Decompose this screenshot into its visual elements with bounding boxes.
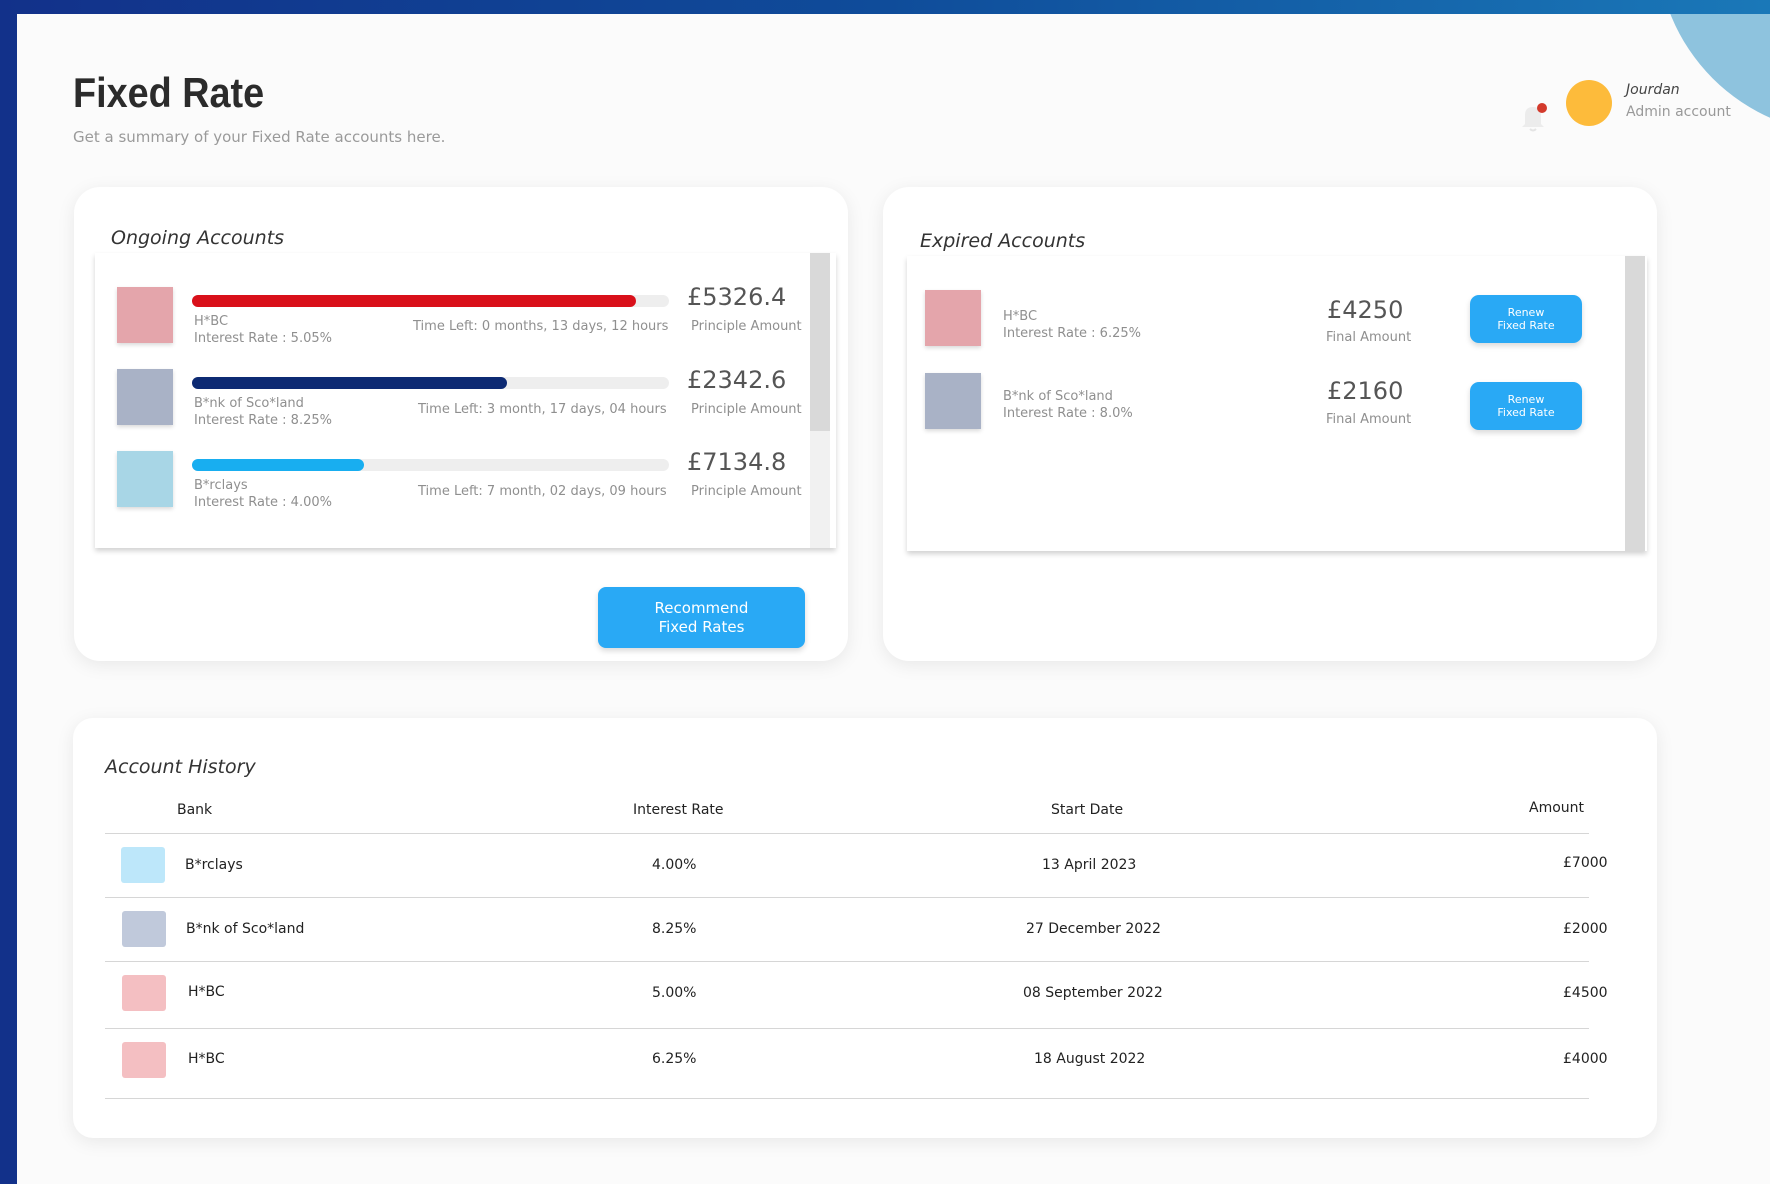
expired-final-amount: £4250	[1327, 296, 1404, 324]
row-interest-rate: 8.25%	[652, 921, 697, 937]
bank-logo-swatch	[122, 911, 166, 947]
expired-bank-name: B*nk of Sco*land	[1003, 389, 1113, 404]
ongoing-amount-label: Principle Amount	[691, 319, 802, 334]
row-bank: B*nk of Sco*land	[186, 921, 305, 937]
row-interest-rate: 5.00%	[652, 985, 697, 1001]
user-role: Admin account	[1626, 104, 1731, 120]
recommend-fixed-rates-button[interactable]: Recommend Fixed Rates	[598, 587, 805, 648]
column-header-start-date[interactable]: Start Date	[1051, 802, 1123, 818]
ongoing-amount-label: Principle Amount	[691, 484, 802, 499]
row-amount: £2000	[1563, 921, 1608, 937]
renew-button-line1: Renew	[1507, 393, 1545, 406]
bank-logo-swatch	[117, 287, 173, 343]
notification-badge	[1537, 103, 1547, 113]
expired-amount-label: Final Amount	[1326, 330, 1412, 345]
row-amount: £4000	[1563, 1051, 1608, 1067]
row-interest-rate: 6.25%	[652, 1051, 697, 1067]
time-progress-fill	[192, 295, 636, 307]
column-header-amount[interactable]: Amount	[1529, 800, 1584, 816]
ongoing-interest-rate: Interest Rate : 4.00%	[194, 495, 332, 510]
bank-logo-swatch	[121, 847, 165, 883]
ongoing-interest-rate: Interest Rate : 5.05%	[194, 331, 332, 346]
row-interest-rate: 4.00%	[652, 857, 697, 873]
expired-bank-name: H*BC	[1003, 309, 1038, 324]
bank-logo-swatch	[925, 373, 981, 429]
expired-interest-rate: Interest Rate : 6.25%	[1003, 326, 1141, 341]
ongoing-bank-name: H*BC	[194, 314, 229, 329]
user-name: Jourdan	[1626, 82, 1680, 98]
bank-logo-swatch	[122, 1042, 166, 1078]
row-start-date: 27 December 2022	[1026, 921, 1161, 937]
ongoing-amount-label: Principle Amount	[691, 402, 802, 417]
renew-fixed-rate-button[interactable]: Renew Fixed Rate	[1470, 382, 1582, 430]
bank-logo-swatch	[122, 975, 166, 1011]
time-progress-fill	[192, 377, 507, 389]
ongoing-bank-name: B*nk of Sco*land	[194, 396, 304, 411]
ongoing-time-left: Time Left: 3 month, 17 days, 04 hours	[418, 402, 667, 417]
renew-button-line2: Fixed Rate	[1497, 319, 1555, 332]
expired-accounts-list: H*BC Interest Rate : 6.25% £4250 Final A…	[907, 256, 1647, 551]
table-divider	[105, 1028, 1589, 1029]
ongoing-scroll-thumb[interactable]	[810, 253, 830, 431]
page-subtitle: Get a summary of your Fixed Rate account…	[73, 128, 446, 146]
row-amount: £4500	[1563, 985, 1608, 1001]
time-progress-bar	[192, 295, 669, 307]
time-progress-bar	[192, 377, 669, 389]
ongoing-accounts-card: Ongoing Accounts H*BC Interest Rate : 5.…	[74, 187, 848, 661]
bank-logo-swatch	[117, 369, 173, 425]
ongoing-amount: £7134.8	[687, 448, 787, 476]
table-divider	[105, 897, 1589, 898]
ongoing-interest-rate: Interest Rate : 8.25%	[194, 413, 332, 428]
column-header-interest-rate[interactable]: Interest Rate	[633, 802, 724, 818]
ongoing-accounts-title: Ongoing Accounts	[111, 227, 285, 249]
bank-logo-swatch	[117, 451, 173, 507]
renew-fixed-rate-button[interactable]: Renew Fixed Rate	[1470, 295, 1582, 343]
column-header-bank[interactable]: Bank	[177, 802, 212, 818]
table-divider	[105, 833, 1589, 834]
ongoing-amount: £5326.4	[687, 283, 787, 311]
time-progress-bar	[192, 459, 669, 471]
row-amount: £7000	[1563, 855, 1608, 871]
row-start-date: 13 April 2023	[1042, 857, 1137, 873]
expired-accounts-card: Expired Accounts H*BC Interest Rate : 6.…	[883, 187, 1657, 661]
ongoing-time-left: Time Left: 7 month, 02 days, 09 hours	[418, 484, 667, 499]
table-divider	[105, 961, 1589, 962]
expired-accounts-title: Expired Accounts	[920, 230, 1086, 252]
expired-interest-rate: Interest Rate : 8.0%	[1003, 406, 1133, 421]
ongoing-accounts-list: H*BC Interest Rate : 5.05% Time Left: 0 …	[95, 253, 836, 548]
bank-logo-swatch	[925, 290, 981, 346]
recommend-button-line1: Recommend	[654, 598, 749, 617]
expired-amount-label: Final Amount	[1326, 412, 1412, 427]
renew-button-line1: Renew	[1507, 306, 1545, 319]
account-history-title: Account History	[105, 756, 256, 778]
row-start-date: 18 August 2022	[1034, 1051, 1146, 1067]
ongoing-scrollbar[interactable]	[810, 253, 830, 548]
page-background: Fixed Rate Get a summary of your Fixed R…	[17, 14, 1770, 1184]
avatar[interactable]	[1566, 80, 1612, 126]
row-bank: H*BC	[188, 1051, 225, 1067]
recommend-button-line2: Fixed Rates	[658, 617, 745, 636]
page-title: Fixed Rate	[73, 69, 265, 116]
renew-button-line2: Fixed Rate	[1497, 406, 1555, 419]
account-history-card: Account History Bank Interest Rate Start…	[73, 718, 1657, 1138]
row-bank: H*BC	[188, 984, 225, 1000]
expired-final-amount: £2160	[1327, 377, 1404, 405]
table-divider	[105, 1098, 1589, 1099]
bell-icon[interactable]	[1519, 100, 1549, 134]
time-progress-fill	[192, 459, 364, 471]
row-start-date: 08 September 2022	[1023, 985, 1163, 1001]
expired-scrollbar[interactable]	[1625, 256, 1645, 551]
ongoing-amount: £2342.6	[687, 366, 787, 394]
ongoing-time-left: Time Left: 0 months, 13 days, 12 hours	[413, 319, 669, 334]
row-bank: B*rclays	[185, 857, 243, 873]
ongoing-bank-name: B*rclays	[194, 478, 248, 493]
